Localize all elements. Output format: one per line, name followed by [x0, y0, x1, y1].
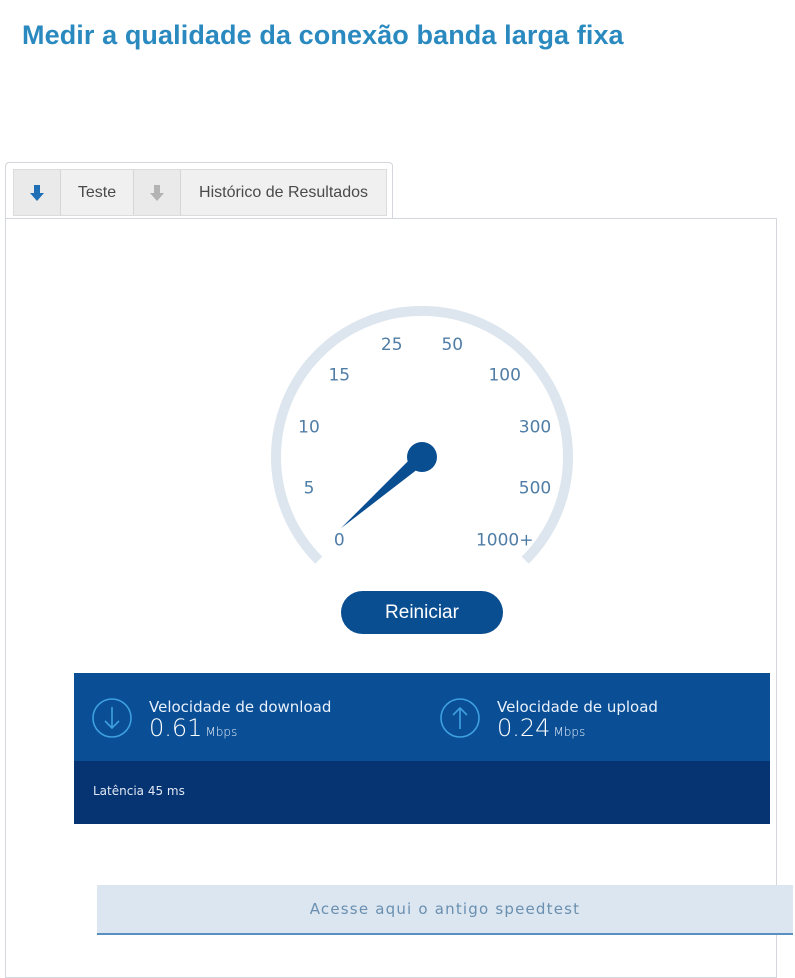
gauge-tick-label: 1000+: [476, 531, 534, 551]
results-panel: Velocidade de download 0.61 Mbps Velocida…: [74, 673, 770, 824]
upload-arrow-icon: [440, 698, 480, 738]
gauge-tick-label: 0: [334, 531, 345, 551]
gauge-hub: [407, 442, 437, 472]
restart-button[interactable]: Reiniciar: [341, 591, 503, 634]
tab-history[interactable]: Histórico de Resultados: [181, 170, 386, 215]
latency-text: Latência 45 ms: [93, 784, 185, 798]
old-speedtest-link[interactable]: Acesse aqui o antigo speedtest: [97, 885, 793, 935]
tab-container: Teste Histórico de Resultados: [5, 162, 393, 219]
gauge-tick-label: 25: [381, 335, 403, 355]
gauge-tick-label: 100: [488, 365, 520, 385]
download-metric: Velocidade de download 0.61 Mbps: [74, 673, 414, 761]
tab-test-icon-cell[interactable]: [14, 170, 61, 215]
download-arrow-icon: [92, 698, 132, 738]
results-speeds: Velocidade de download 0.61 Mbps Velocida…: [74, 673, 770, 761]
upload-metric: Velocidade de upload 0.24 Mbps: [422, 673, 762, 761]
tab-bar: Teste Histórico de Resultados: [13, 169, 387, 216]
gauge-tick-label: 50: [441, 335, 463, 355]
speed-gauge: 0 5 10 15 25 50 100 300 500 1000+: [271, 306, 573, 564]
download-unit: Mbps: [205, 725, 238, 739]
upload-value: 0.24: [497, 714, 551, 742]
arrow-down-icon: [150, 184, 164, 201]
gauge-tick-label: 10: [298, 418, 320, 438]
gauge-tick-label: 5: [304, 478, 315, 498]
tab-history-icon-cell[interactable]: [134, 170, 181, 215]
arrow-down-icon: [30, 184, 44, 201]
gauge-tick-label: 300: [519, 418, 551, 438]
tab-test[interactable]: Teste: [61, 170, 134, 215]
gauge-tick-label: 15: [328, 365, 350, 385]
upload-value-line: 0.24 Mbps: [497, 714, 585, 742]
page-title: Medir a qualidade da conexão banda larga…: [22, 20, 624, 50]
gauge-tick-label: 500: [519, 478, 551, 498]
results-latency: Latência 45 ms: [74, 761, 770, 824]
download-value-line: 0.61 Mbps: [149, 714, 237, 742]
download-value: 0.61: [149, 714, 203, 742]
upload-unit: Mbps: [553, 725, 586, 739]
